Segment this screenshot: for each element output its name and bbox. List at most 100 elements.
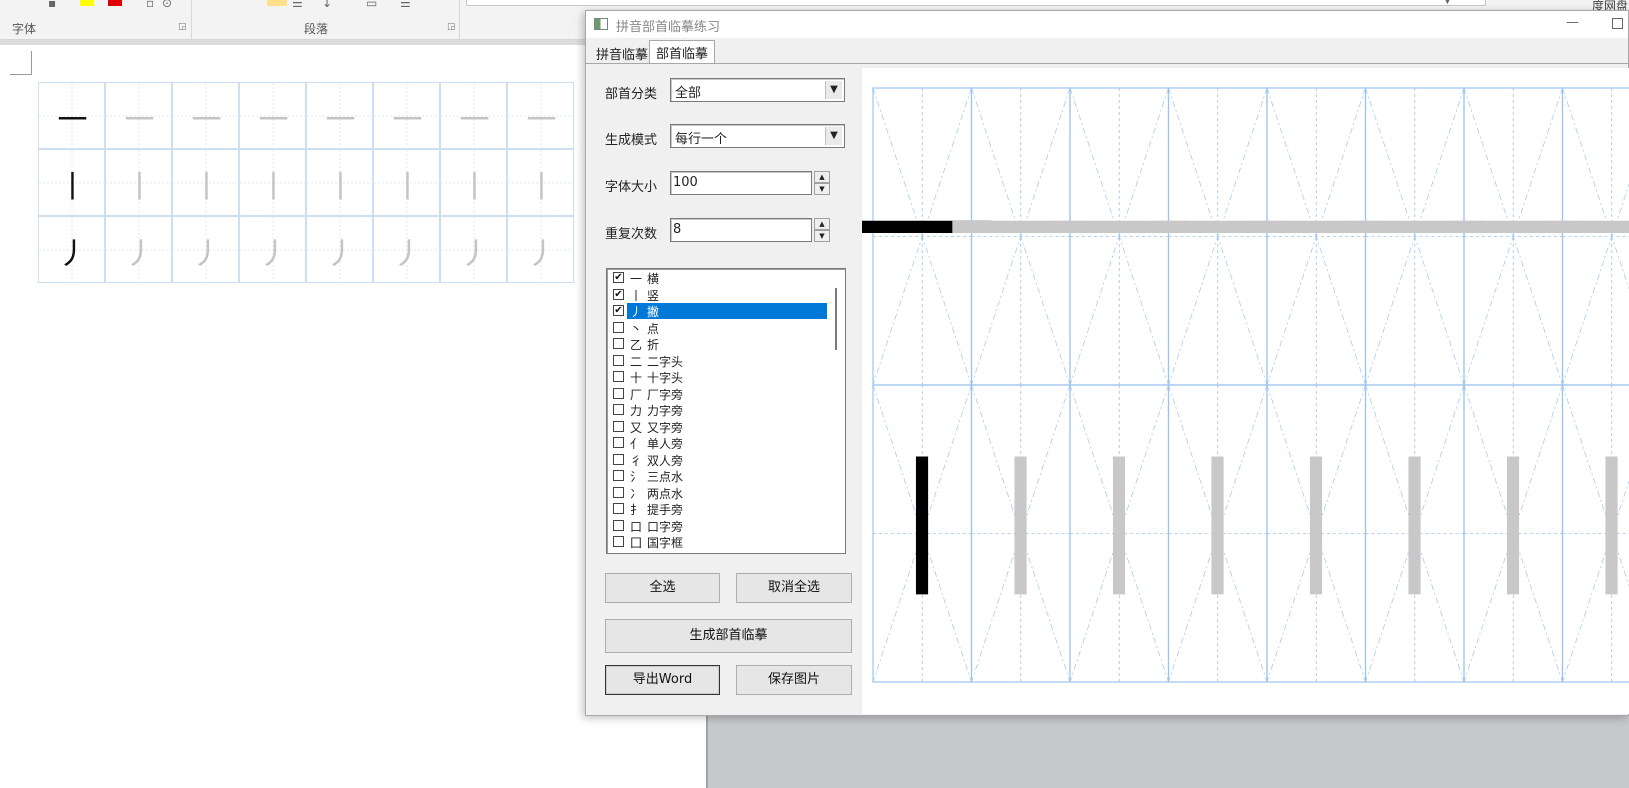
practice-cell: 丿 xyxy=(38,216,106,284)
clear-format-icon[interactable]: ▫ xyxy=(146,0,154,10)
list-item[interactable]: 十十字头 xyxy=(609,369,829,385)
dialog-titlebar[interactable]: 拼音部首临摹练习 — xyxy=(586,11,1628,38)
list-item[interactable]: ✔ 丿撇 xyxy=(609,303,829,319)
checkbox[interactable] xyxy=(613,519,624,531)
preview-canvas: 一一一一一一一一丨丨丨丨丨丨丨丨 xyxy=(862,87,1629,683)
practice-cell: 丨 xyxy=(105,149,173,217)
font-size-input[interactable]: 100 xyxy=(670,171,812,195)
trace-character: 一 xyxy=(325,102,356,138)
checkbox[interactable] xyxy=(613,470,624,481)
trace-character: 丨 xyxy=(258,169,289,205)
font-color-swatch[interactable] xyxy=(108,0,122,6)
text-effect-icon[interactable]: ▪ xyxy=(48,0,56,10)
chevron-down-icon[interactable]: ▼ xyxy=(1444,0,1451,6)
checkbox[interactable]: ✔ xyxy=(613,288,624,300)
practice-cell: 丨 xyxy=(373,149,441,217)
checkbox[interactable] xyxy=(613,503,624,514)
generate-button[interactable]: 生成部首临摹 xyxy=(605,619,852,653)
checkbox[interactable] xyxy=(613,371,624,382)
sort-icon[interactable]: ↓ xyxy=(322,0,332,10)
trace-character: 丿 xyxy=(325,236,356,272)
mode-label: 生成模式 xyxy=(605,133,658,148)
tab-pinyin-tracing[interactable]: 拼音临摹 xyxy=(590,42,654,63)
list-item[interactable]: 扌提手旁 xyxy=(609,501,829,517)
checkbox[interactable] xyxy=(613,420,624,432)
list-item[interactable]: 冫两点水 xyxy=(609,485,829,501)
checkbox[interactable] xyxy=(613,486,624,498)
list-item[interactable]: 力力字旁 xyxy=(609,402,829,418)
dialog-title: 拼音部首临摹练习 xyxy=(616,20,721,35)
category-select[interactable]: 全部 ▼ xyxy=(670,78,845,102)
practice-cell: 丨 xyxy=(172,149,240,217)
list-item[interactable]: 囗国字框 xyxy=(609,534,829,550)
scrollbar-thumb[interactable] xyxy=(835,288,837,350)
list-scrollbar[interactable] xyxy=(831,270,845,552)
list-item[interactable]: 口口字旁 xyxy=(609,518,829,534)
deselect-all-button[interactable]: 取消全选 xyxy=(736,573,852,603)
checkbox[interactable] xyxy=(613,338,624,349)
font-size-spinbox: 100 ▲ ▼ xyxy=(670,171,845,195)
radical-glyph: 厂 xyxy=(630,387,643,402)
radical-glyph: 丿 xyxy=(630,305,643,319)
export-word-button[interactable]: 导出Word xyxy=(605,665,720,695)
list-item[interactable]: 二二字头 xyxy=(609,353,829,369)
border-icon[interactable]: ☰ xyxy=(292,0,303,10)
spin-up-icon[interactable]: ▲ xyxy=(814,218,830,230)
list-item[interactable]: 丶点 xyxy=(609,320,829,336)
checkbox[interactable] xyxy=(613,354,624,366)
paragraph-dialog-launcher-icon[interactable]: ◲ xyxy=(447,22,456,32)
checkbox[interactable] xyxy=(613,387,624,399)
ribbon-search-box[interactable] xyxy=(466,0,1486,6)
list-item[interactable]: 忄竖心旁 xyxy=(609,551,829,553)
highlight-color-swatch[interactable] xyxy=(80,0,94,6)
phonetic-guide-icon[interactable]: ⊙ xyxy=(162,0,172,10)
font-size-label: 字体大小 xyxy=(605,180,658,195)
group-separator xyxy=(191,0,192,40)
repeat-input[interactable]: 8 xyxy=(670,218,812,242)
checkbox[interactable]: ✔ xyxy=(613,272,624,283)
tab-radical-tracing[interactable]: 部首临摹 xyxy=(649,40,716,64)
checkbox[interactable] xyxy=(613,321,624,333)
spin-down-icon[interactable]: ▼ xyxy=(814,183,830,195)
chevron-down-icon[interactable]: ▼ xyxy=(825,81,842,99)
list-item[interactable]: 氵三点水 xyxy=(609,468,829,484)
practice-cell: 丨 xyxy=(38,149,106,217)
list-item[interactable]: 彳双人旁 xyxy=(609,452,829,468)
checkbox[interactable] xyxy=(613,404,624,415)
list-item[interactable]: ✔ 丨竖 xyxy=(609,287,829,303)
radical-glyph: 彳 xyxy=(630,453,643,468)
save-image-button[interactable]: 保存图片 xyxy=(736,665,852,695)
radical-name: 点 xyxy=(647,321,660,336)
paragraph-mark-icon[interactable]: ▭ xyxy=(366,0,377,10)
spin-down-icon[interactable]: ▼ xyxy=(814,230,830,242)
trace-character: 丿 xyxy=(392,236,423,272)
spin-up-icon[interactable]: ▲ xyxy=(814,171,830,183)
list-item[interactable]: 乙折 xyxy=(609,336,829,352)
practice-cell: 丿 xyxy=(507,216,575,284)
chevron-down-icon[interactable]: ▼ xyxy=(825,127,842,145)
list-item[interactable]: 亻单人旁 xyxy=(609,435,829,451)
font-dialog-launcher-icon[interactable]: ◲ xyxy=(178,22,187,32)
checkbox[interactable] xyxy=(613,437,624,448)
list-item[interactable]: 厂厂字旁 xyxy=(609,386,829,402)
list-item[interactable]: ✔ 一横 xyxy=(609,270,829,286)
indent-icon[interactable]: ☰ xyxy=(400,0,411,10)
radical-glyph: 囗 xyxy=(630,536,643,550)
checkbox[interactable]: ✔ xyxy=(613,305,624,316)
shading-icon[interactable] xyxy=(267,0,287,6)
maximize-icon[interactable] xyxy=(1612,18,1623,29)
checkbox[interactable] xyxy=(613,552,624,553)
select-all-button[interactable]: 全选 xyxy=(605,573,720,603)
radical-list[interactable]: ✔ 一横 ✔ 丨竖 ✔ 丿撇丶点乙折二二字头十十字头厂厂字旁力力字旁又又字旁亻单人旁彳双人… xyxy=(606,268,846,554)
document-gray-background xyxy=(708,715,1629,788)
list-item[interactable]: 又又字旁 xyxy=(609,419,829,435)
trace-character: 一 xyxy=(191,102,222,138)
minimize-icon[interactable]: — xyxy=(1566,15,1579,30)
checkbox[interactable] xyxy=(613,536,624,547)
practice-cell: 丨 xyxy=(306,149,374,217)
checkbox[interactable] xyxy=(613,453,624,465)
practice-cell: 丨 xyxy=(440,149,508,217)
group-separator xyxy=(459,0,460,40)
mode-select[interactable]: 每行一个 ▼ xyxy=(670,124,845,148)
practice-cell: 一 xyxy=(507,82,575,150)
